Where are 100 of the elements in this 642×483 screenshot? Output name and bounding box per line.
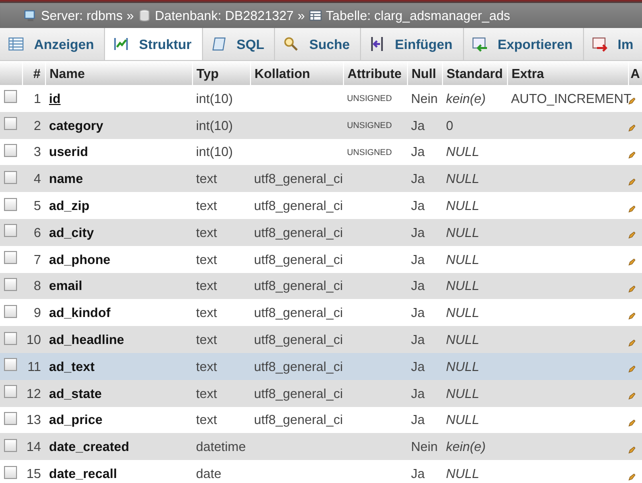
- column-header[interactable]: A: [628, 61, 642, 85]
- export-icon: [472, 36, 488, 52]
- table-cell: NULL: [446, 412, 480, 428]
- pencil-icon[interactable]: [628, 284, 636, 293]
- pencil-icon[interactable]: [628, 472, 636, 481]
- pencil-icon[interactable]: [628, 392, 636, 400]
- table-row[interactable]: 8 email text utf8_general_ci Ja NULL: [0, 272, 642, 300]
- table-row[interactable]: 5 ad_zip text utf8_general_ci Ja NULL: [0, 192, 642, 219]
- row-checkbox[interactable]: [4, 358, 17, 372]
- table-cell: text: [196, 278, 217, 294]
- table-cell: 4: [34, 171, 41, 186]
- column-header[interactable]: Null: [407, 61, 442, 85]
- row-checkbox[interactable]: [4, 332, 17, 345]
- column-header[interactable]: Typ: [192, 61, 250, 85]
- table-cell: kein(e): [446, 439, 486, 454]
- table-cell: Ja: [411, 198, 425, 214]
- table-row[interactable]: 14 date_created datetime Nein kein(e): [0, 433, 642, 460]
- table-cell: Ja: [411, 386, 425, 401]
- table-cell: ad_zip: [49, 198, 90, 214]
- table-cell: text: [196, 171, 217, 186]
- table-cell: utf8_general_ci: [254, 224, 343, 240]
- row-checkbox[interactable]: [4, 412, 17, 425]
- column-header[interactable]: Extra: [507, 61, 628, 85]
- table-cell: utf8_general_ci: [254, 171, 343, 186]
- tab[interactable]: Suche: [275, 28, 361, 60]
- tab[interactable]: Anzeigen: [0, 28, 106, 60]
- row-checkbox[interactable]: [4, 251, 17, 264]
- pencil-icon[interactable]: [628, 178, 636, 186]
- table-cell: email: [49, 278, 82, 294]
- row-checkbox[interactable]: [4, 198, 17, 211]
- server-icon: [24, 9, 37, 22]
- table-cell: 7: [34, 252, 41, 267]
- table-cell: NULL: [446, 358, 480, 374]
- table-cell: NULL: [446, 252, 480, 267]
- pencil-icon[interactable]: [628, 258, 636, 266]
- database-icon: [138, 9, 151, 22]
- table-row[interactable]: 3 userid int(10) UNSIGNED Ja NULL: [0, 138, 642, 166]
- breadcrumb-link[interactable]: Datenbank: DB2821327: [154, 8, 294, 23]
- pencil-icon[interactable]: [628, 204, 636, 213]
- column-header[interactable]: Attribute: [343, 61, 407, 85]
- pencil-icon[interactable]: [628, 338, 636, 347]
- tab[interactable]: Im: [584, 28, 642, 60]
- column-header[interactable]: #: [22, 61, 45, 85]
- table-cell: Nein: [411, 439, 438, 454]
- table-cell: text: [196, 305, 217, 320]
- table-cell: UNSIGNED: [347, 93, 392, 103]
- tab[interactable]: SQL: [202, 28, 276, 60]
- table-cell: Ja: [411, 144, 425, 160]
- pencil-icon[interactable]: [628, 446, 636, 454]
- table-row[interactable]: 13 ad_price text utf8_general_ci Ja NULL: [0, 406, 642, 434]
- table-cell: NULL: [446, 466, 480, 482]
- table-cell: 13: [26, 412, 41, 428]
- pencil-icon[interactable]: [628, 418, 636, 427]
- breadcrumb-separator: »: [126, 8, 134, 23]
- table-cell: Ja: [411, 278, 425, 294]
- breadcrumb-link[interactable]: Tabelle: clarg_adsmanager_ads: [326, 8, 510, 23]
- tab[interactable]: Struktur: [105, 28, 203, 60]
- breadcrumb-separator: »: [298, 8, 305, 23]
- row-checkbox[interactable]: [4, 438, 17, 452]
- table-cell: id: [49, 90, 61, 106]
- table-row[interactable]: 12 ad_state text utf8_general_ci Ja NULL: [0, 380, 642, 407]
- table-cell: date_created: [49, 439, 130, 454]
- table-icon: [308, 9, 322, 22]
- table-cell: AUTO_INCREMENT: [511, 90, 632, 106]
- column-header[interactable]: Standard: [442, 61, 507, 85]
- row-checkbox[interactable]: [4, 117, 17, 130]
- table-cell: userid: [49, 144, 88, 160]
- table-cell: ad_price: [49, 412, 102, 428]
- table-row[interactable]: 15 date_recall date Ja NULL: [0, 460, 642, 483]
- table-cell: Ja: [411, 466, 425, 482]
- tab[interactable]: Exportieren: [464, 28, 584, 60]
- row-checkbox[interactable]: [4, 224, 17, 238]
- table-cell: utf8_general_ci: [254, 358, 343, 374]
- structure-icon: [113, 36, 130, 52]
- column-header[interactable]: Name: [45, 61, 192, 85]
- pencil-icon[interactable]: [628, 150, 636, 159]
- column-header[interactable]: Kollation: [250, 61, 343, 85]
- row-checkbox[interactable]: [4, 144, 17, 157]
- tab[interactable]: Einfügen: [360, 28, 464, 60]
- table-cell: 10: [26, 332, 41, 348]
- table-cell: name: [49, 171, 83, 186]
- pencil-icon[interactable]: [628, 231, 636, 240]
- pencil-icon[interactable]: [628, 365, 636, 374]
- table-row[interactable]: 11 ad_text text utf8_general_ci Ja NULL: [0, 352, 642, 380]
- row-checkbox[interactable]: [4, 278, 17, 291]
- scroll-icon: [210, 36, 227, 52]
- pencil-icon[interactable]: [628, 124, 636, 132]
- table-cell: 12: [26, 386, 41, 401]
- row-checkbox[interactable]: [4, 90, 17, 104]
- table-cell: text: [196, 252, 217, 267]
- table-cell: text: [196, 198, 217, 214]
- pencil-icon[interactable]: [628, 312, 636, 320]
- row-checkbox[interactable]: [4, 385, 17, 398]
- breadcrumb-link[interactable]: Server: rdbms: [41, 8, 123, 23]
- table-row[interactable]: 1 id int(10) UNSIGNED Nein kein(e) AUTO_INCREMENT: [0, 85, 642, 112]
- table-row[interactable]: 10 ad_headline text utf8_general_ci Ja NULL: [0, 326, 642, 353]
- row-checkbox[interactable]: [4, 466, 17, 479]
- row-checkbox[interactable]: [4, 304, 17, 318]
- table-cell: 2: [34, 118, 41, 133]
- row-checkbox[interactable]: [4, 170, 17, 184]
